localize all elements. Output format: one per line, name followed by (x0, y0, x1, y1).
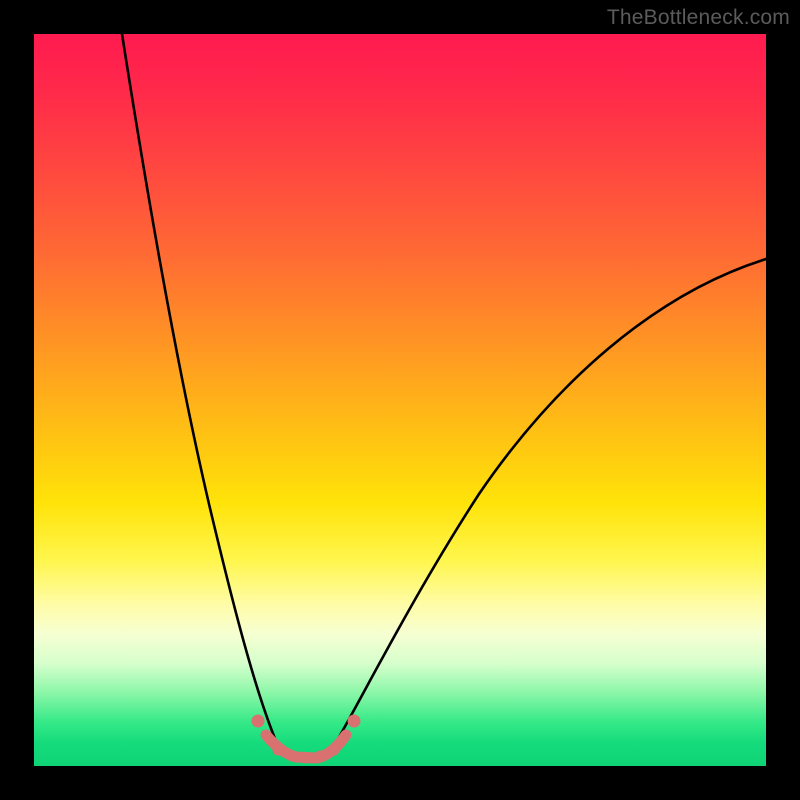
watermark-text: TheBottleneck.com (607, 6, 790, 30)
curve-left-branch (122, 34, 278, 746)
chart-frame: TheBottleneck.com (0, 0, 800, 800)
curve-right-branch (334, 259, 766, 746)
chart-svg (34, 34, 766, 766)
plot-area (34, 34, 766, 766)
